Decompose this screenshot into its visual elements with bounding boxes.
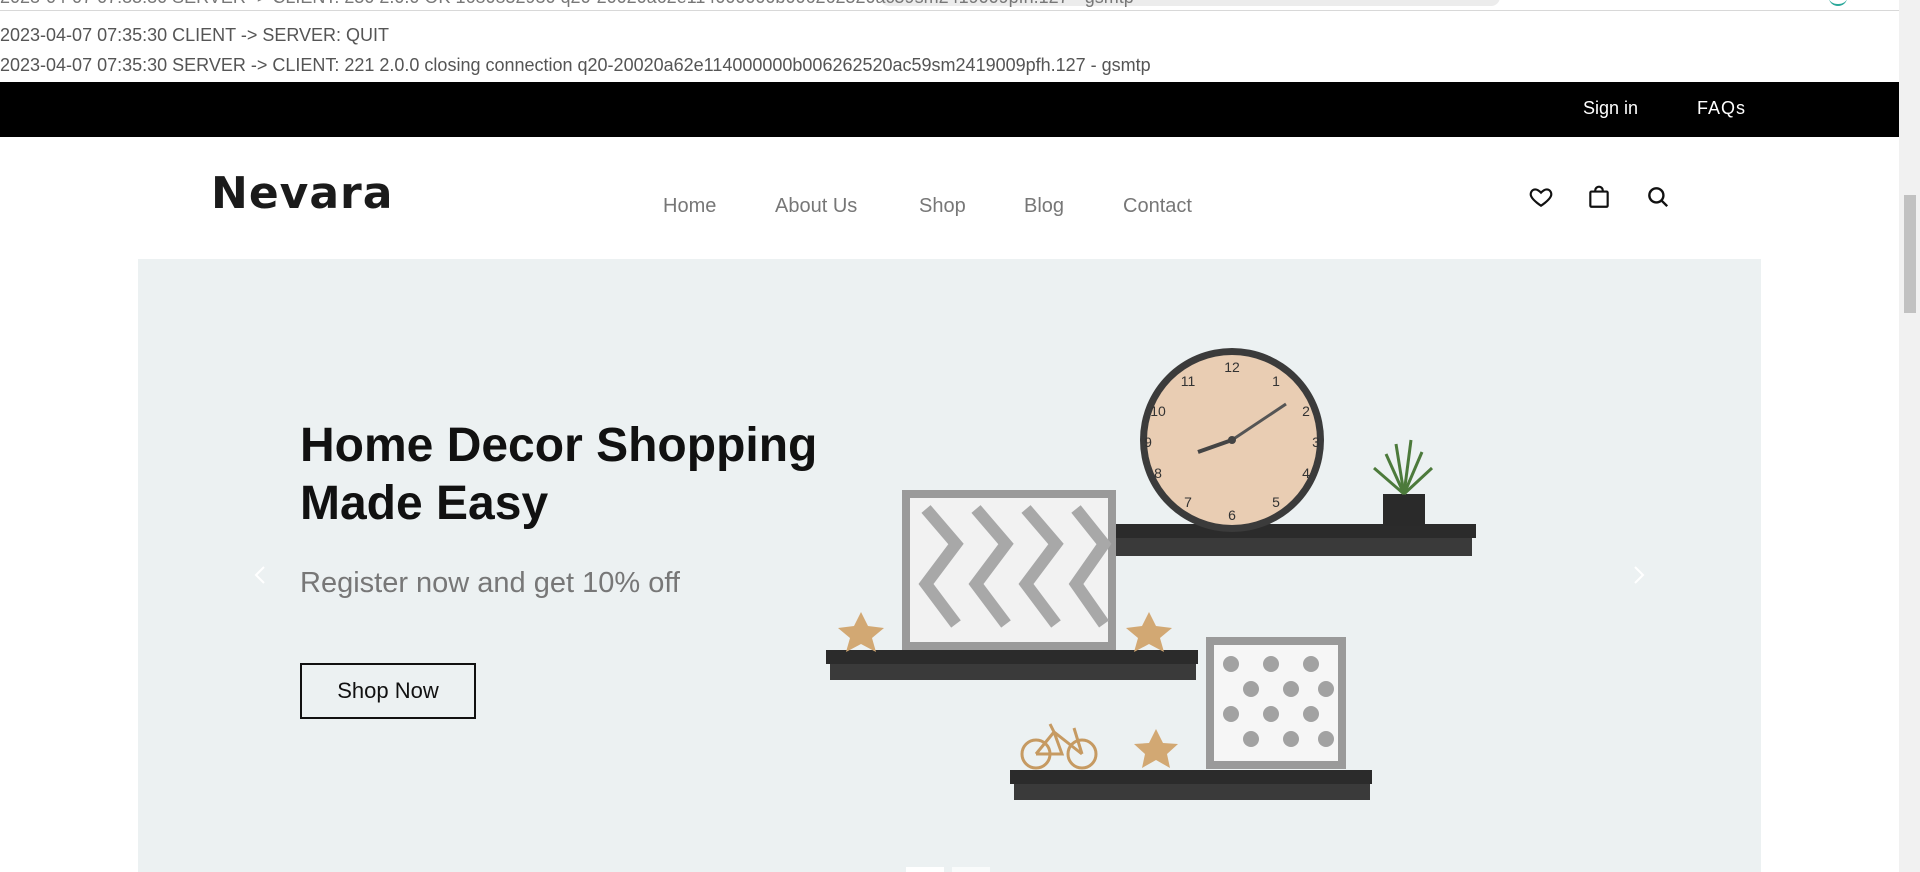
debug-log: 2023-04-07 07:35:30 SERVER -> CLIENT: 25… [0,0,1899,82]
divider [0,10,1899,11]
faqs-link[interactable]: FAQs [1697,98,1746,119]
chevron-right-icon[interactable] [1627,564,1649,586]
debug-log-line: 2023-04-07 07:35:30 SERVER -> CLIENT: 25… [0,0,1134,8]
sign-in-link[interactable]: Sign in [1583,98,1638,119]
svg-text:10: 10 [1150,403,1166,419]
heart-icon[interactable] [1528,184,1554,210]
page-scrollbar[interactable] [1899,0,1920,872]
browser-extension-icon [1829,0,1847,6]
debug-log-line: 2023-04-07 07:35:30 CLIENT -> SERVER: QU… [0,25,390,45]
svg-text:2: 2 [1302,403,1310,419]
hero-slider: Home Decor Shopping Made Easy Register n… [138,259,1761,872]
site-header: Nevara Home About Us Shop Blog Contact [0,137,1899,259]
svg-text:5: 5 [1272,494,1280,510]
svg-text:7: 7 [1184,494,1192,510]
svg-text:4: 4 [1302,465,1310,481]
slider-dot[interactable] [952,867,990,872]
hero-title: Home Decor Shopping Made Easy [300,419,818,530]
search-icon[interactable] [1645,184,1671,210]
nav-item-contact[interactable]: Contact [1123,195,1192,218]
top-bar: Sign in FAQs [0,82,1899,137]
hero-product-image: 1212 345 678 91011 [826,348,1476,800]
svg-text:8: 8 [1154,465,1162,481]
hero-subtitle: Register now and get 10% off [300,567,680,599]
svg-text:12: 12 [1224,359,1240,375]
svg-text:1: 1 [1272,373,1280,389]
site-logo[interactable]: Nevara [211,168,393,219]
scrollbar-thumb[interactable] [1904,195,1916,313]
svg-text:9: 9 [1144,434,1152,450]
nav-item-blog[interactable]: Blog [1024,195,1064,218]
nav-item-about-us[interactable]: About Us [775,195,857,218]
shopping-bag-icon[interactable] [1586,184,1612,210]
svg-text:11: 11 [1181,373,1196,389]
shop-now-button[interactable]: Shop Now [300,663,476,719]
slider-dot[interactable] [906,867,944,872]
svg-text:6: 6 [1228,507,1236,523]
nav-item-shop[interactable]: Shop [919,195,966,218]
chevron-left-icon[interactable] [250,564,272,586]
nav-item-home[interactable]: Home [663,195,716,218]
debug-log-line: 2023-04-07 07:35:30 SERVER -> CLIENT: 22… [0,55,1151,75]
svg-text:3: 3 [1312,434,1320,450]
